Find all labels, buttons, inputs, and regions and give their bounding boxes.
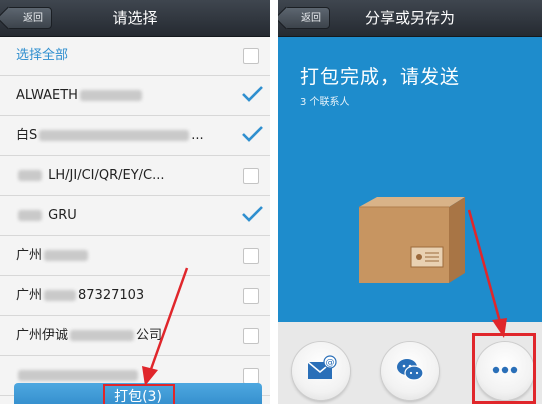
divider <box>270 0 278 404</box>
contact-name: ALWAETH <box>16 76 144 116</box>
title-bar: 返回 分享或另存为 <box>278 0 542 37</box>
contact-checkbox[interactable] <box>243 248 259 264</box>
contact-row[interactable]: 白S... <box>0 116 270 156</box>
page-title: 请选择 <box>112 9 158 27</box>
contact-checkbox[interactable] <box>243 168 259 184</box>
checkmark-icon[interactable] <box>240 202 264 226</box>
checkmark-icon[interactable] <box>240 82 264 106</box>
contact-checkbox[interactable] <box>243 328 259 344</box>
svg-text:@: @ <box>326 358 335 368</box>
status-text: 打包完成，请发送 <box>300 66 461 88</box>
contact-row[interactable]: LH/JI/CI/QR/EY/C... <box>0 156 270 196</box>
select-contacts-screen: 返回 请选择 选择全部 ALWAETH 白S... LH/JI/CI/QR/EY… <box>0 0 270 404</box>
contact-name: LH/JI/CI/QR/EY/C... <box>16 156 165 196</box>
select-all-label: 选择全部 <box>16 48 69 63</box>
contact-name: 白S... <box>16 128 204 143</box>
highlight-box <box>103 384 175 404</box>
title-bar: 返回 请选择 <box>0 0 270 37</box>
contact-row[interactable]: 广州伊诚 公司 <box>0 316 270 356</box>
contact-checkbox[interactable] <box>243 288 259 304</box>
checkmark-icon[interactable] <box>240 122 264 146</box>
contact-name: 广州伊诚 公司 <box>16 328 163 343</box>
wechat-icon <box>397 359 424 381</box>
contact-name: 广州 87327103 <box>16 288 145 303</box>
contact-count: 3 个联系人 <box>300 97 350 108</box>
select-all-checkbox[interactable] <box>243 48 259 64</box>
email-icon: @ <box>307 355 337 379</box>
share-email-button[interactable]: @ <box>292 342 350 400</box>
page-title: 分享或另存为 <box>364 9 455 27</box>
package-box-icon <box>359 197 465 283</box>
contact-row[interactable]: GRU <box>0 196 270 236</box>
contact-row[interactable]: 广州 87327103 <box>0 276 270 316</box>
contact-name: GRU <box>16 196 77 236</box>
contact-checkbox[interactable] <box>243 368 259 384</box>
contact-row[interactable]: 广州 <box>0 236 270 276</box>
select-all-row[interactable]: 选择全部 <box>0 36 270 76</box>
share-wechat-button[interactable] <box>381 342 439 400</box>
highlight-box <box>472 333 536 404</box>
contact-row[interactable]: ALWAETH <box>0 76 270 116</box>
share-screen: 返回 分享或另存为 打包完成，请发送 3 个联系人 @ <box>278 0 542 404</box>
contact-name: 广州 <box>16 236 90 276</box>
